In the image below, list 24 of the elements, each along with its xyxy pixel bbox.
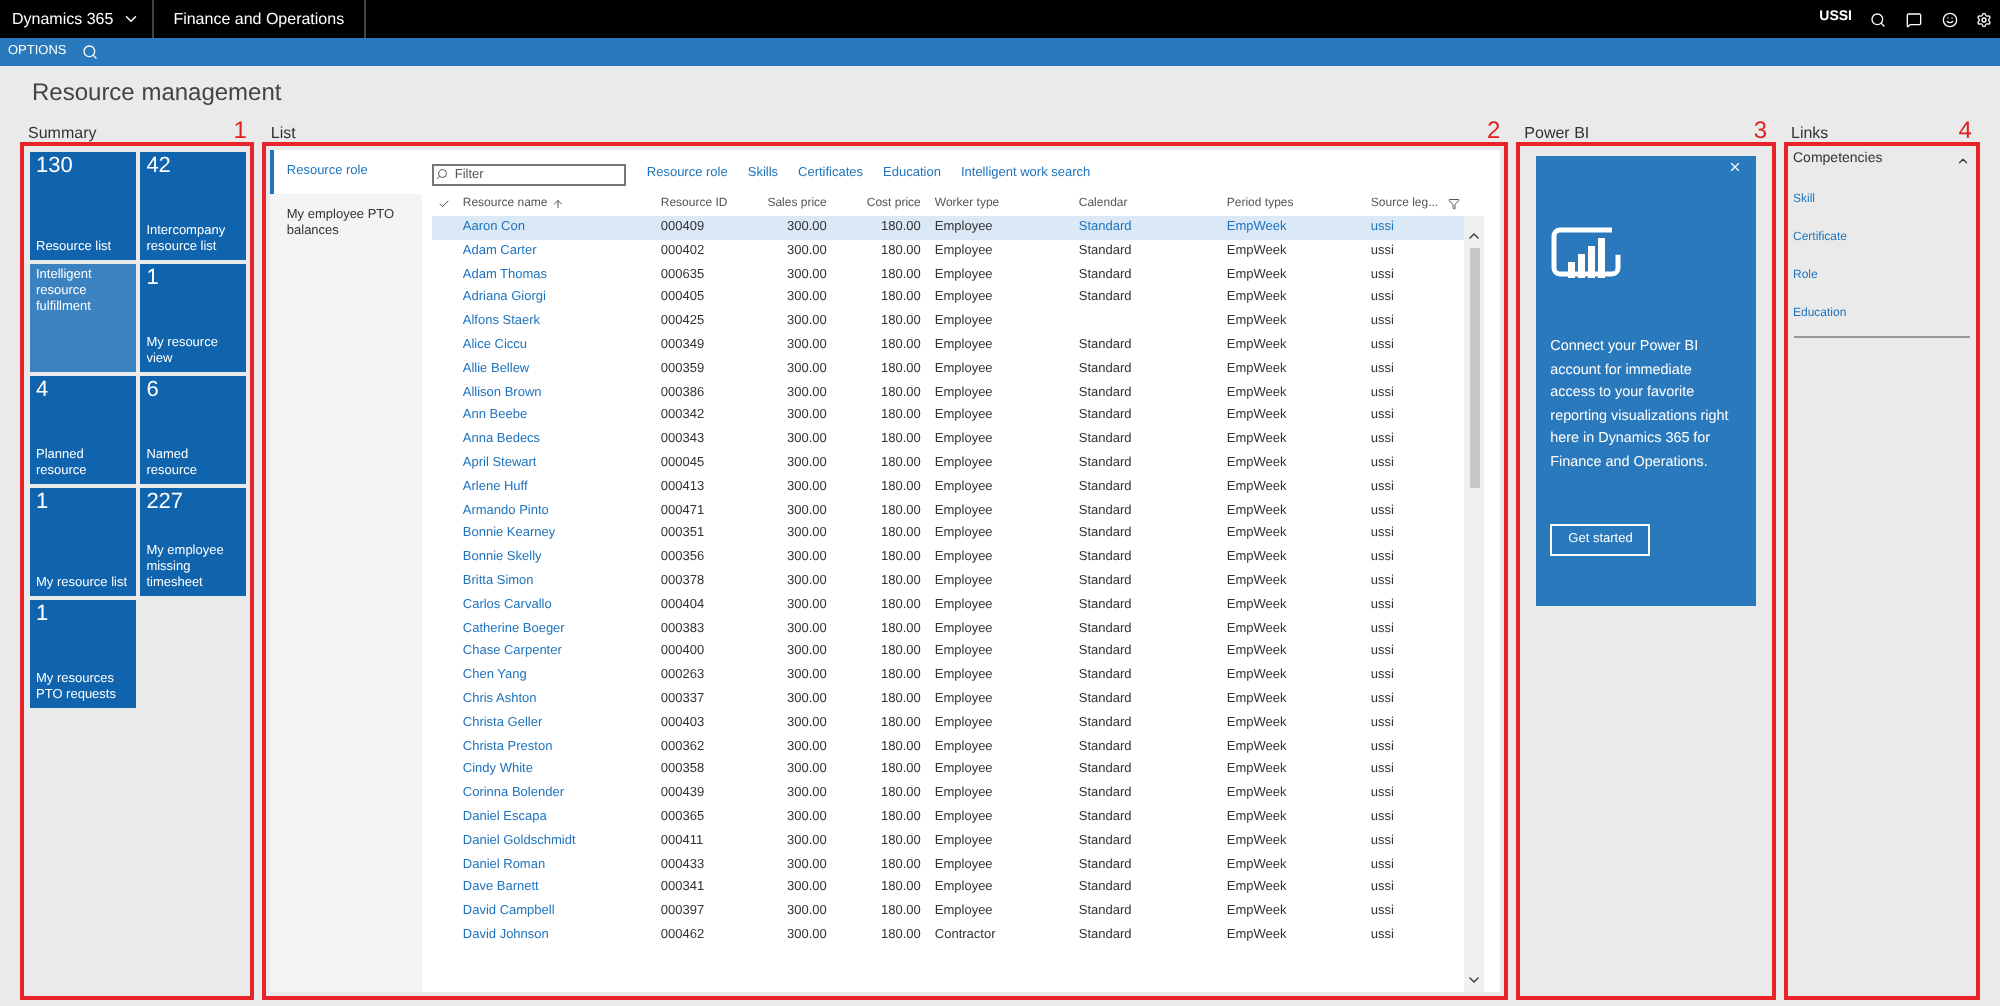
close-icon[interactable] — [1727, 160, 1741, 174]
section-heading: List — [270, 126, 296, 142]
filter-icon[interactable] — [1448, 198, 1461, 210]
settings-icon[interactable] — [1976, 11, 1992, 27]
message-icon[interactable] — [1906, 11, 1922, 27]
section-heading: Summary — [28, 126, 97, 142]
chevron-icon — [121, 10, 140, 28]
power-bi-icon — [1550, 226, 1623, 282]
scroll-up-icon[interactable] — [1466, 228, 1483, 244]
annotation-number: 3 — [1753, 118, 1767, 142]
annotation-number: 4 — [1958, 118, 1972, 142]
section-heading: Power BI — [1524, 126, 1590, 142]
annotation-number: 2 — [1486, 118, 1501, 142]
search-icon[interactable] — [1870, 11, 1886, 27]
annotation-number: 1 — [233, 118, 247, 142]
sort-arrow-icon — [551, 198, 564, 210]
section-heading: Links — [1791, 126, 1829, 142]
scrollbar[interactable] — [1464, 216, 1485, 992]
smiley-icon[interactable] — [1942, 11, 1958, 27]
scroll-down-icon[interactable] — [1466, 972, 1483, 988]
select-all-icon[interactable] — [438, 198, 451, 210]
search-icon — [436, 167, 449, 179]
collapse-icon — [1955, 153, 1970, 168]
page-title: Resource management — [32, 75, 282, 109]
